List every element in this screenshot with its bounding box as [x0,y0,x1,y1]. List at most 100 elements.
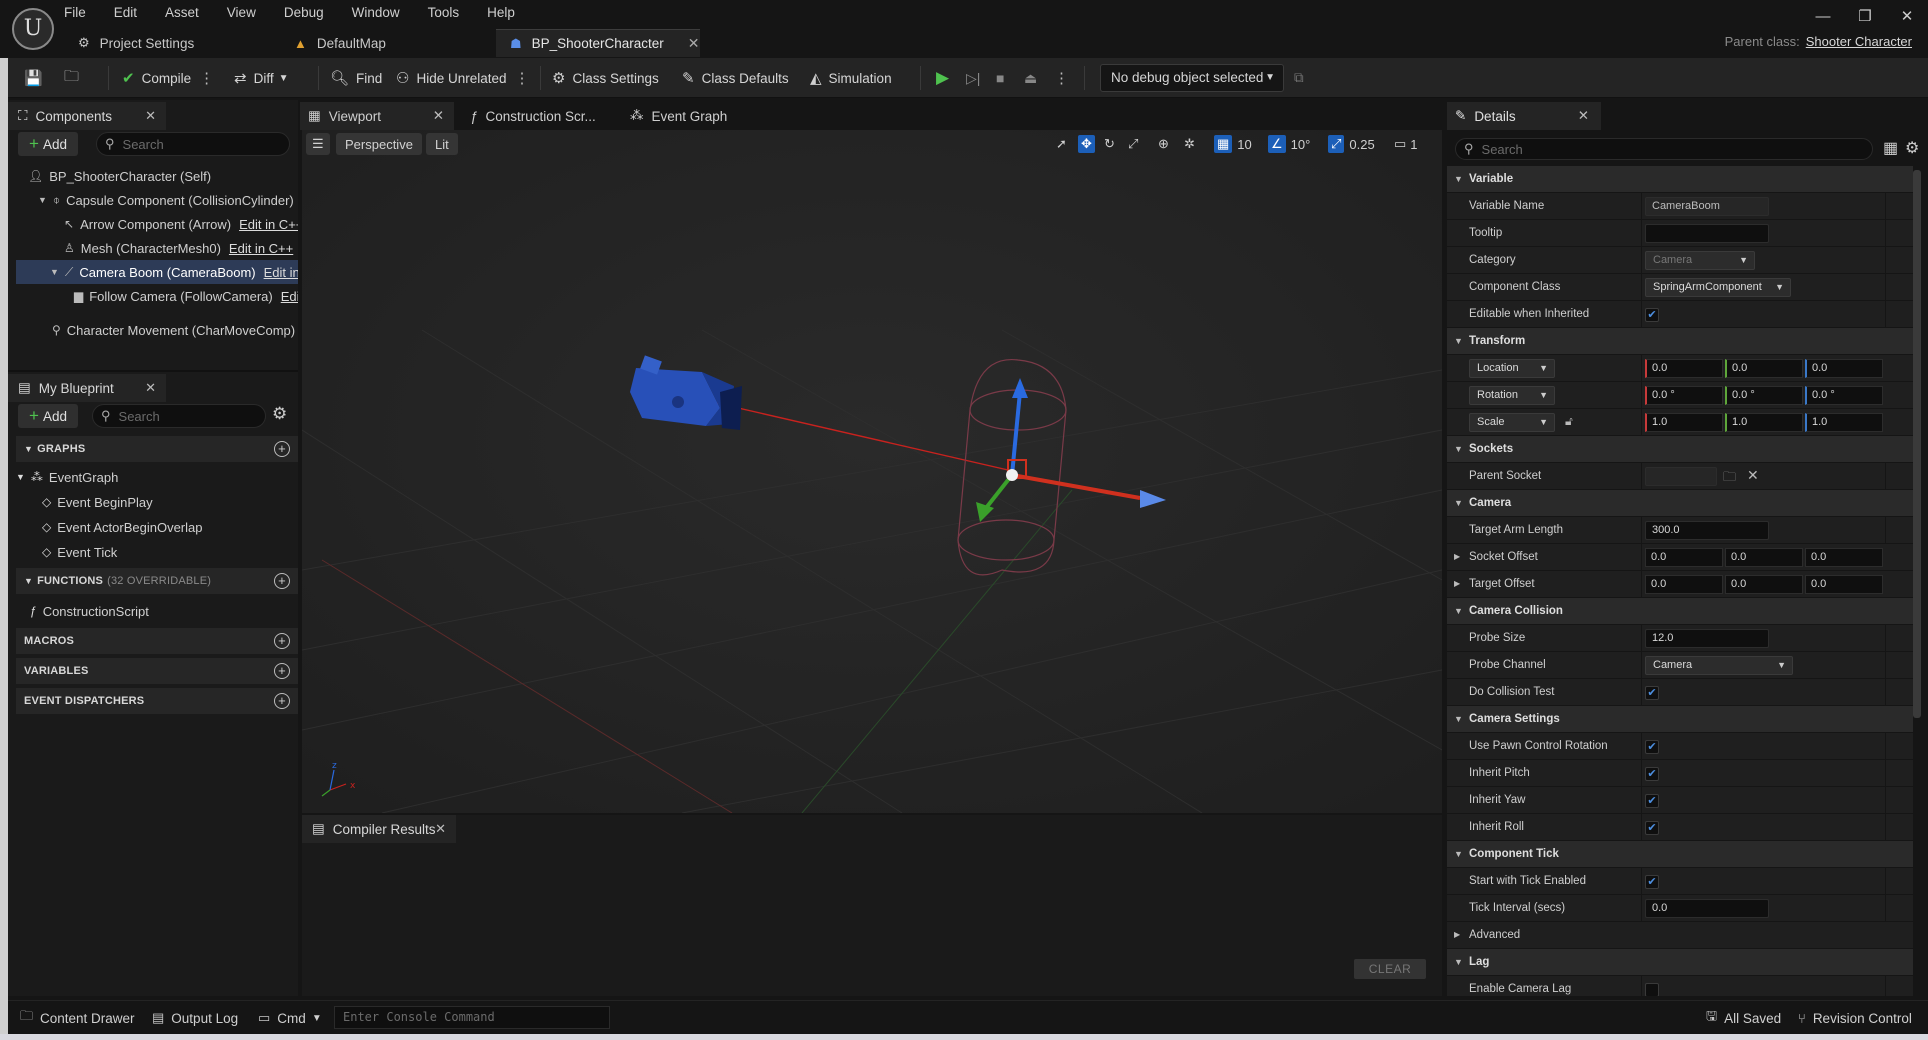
console-command-input[interactable]: Enter Console Command [334,1006,610,1029]
inherit-pitch-checkbox[interactable]: ✔ [1645,767,1659,781]
tree-item-camera-boom[interactable]: ▼ ⟋ Camera Boom (CameraBoom) Edit in [16,260,298,284]
gear-icon[interactable]: ⚙ [1905,138,1919,158]
menu-window[interactable]: Window [352,5,400,20]
add-member-button[interactable]: + Add [18,404,78,428]
section-variables[interactable]: VARIABLES + [16,658,298,684]
enable-camera-lag-checkbox[interactable] [1645,983,1659,996]
class-defaults-button[interactable]: ✎ Class Defaults [682,58,789,98]
close-icon[interactable]: ✕ [688,35,700,52]
use-pawn-control-rotation-checkbox[interactable]: ✔ [1645,740,1659,754]
socket-offset-z-field[interactable]: 0.0 [1805,548,1883,567]
rotation-x-field[interactable]: 0.0 ° [1645,386,1723,405]
tree-item-self[interactable]: 👤︎ BP_ShooterCharacter (Self) [16,164,298,188]
class-settings-button[interactable]: ⚙ Class Settings [552,58,659,98]
tree-item-mesh[interactable]: ♙ Mesh (CharacterMesh0) Edit in C++ [16,236,298,260]
location-x-field[interactable]: 0.0 [1645,359,1723,378]
add-variable-icon[interactable]: + [274,663,290,679]
expand-arrow-right-icon[interactable]: ▶ [1454,571,1460,597]
browse-socket-icon[interactable]: 🗀 [1723,468,1736,490]
menu-tools[interactable]: Tools [428,5,460,20]
close-window-icon[interactable]: ✕ [1886,7,1928,25]
edit-in-cpp-link[interactable]: Edit in C++ [229,241,293,256]
table-view-icon[interactable]: ▦ [1883,138,1898,158]
my-blueprint-search-input[interactable]: ⚲ Search [92,404,266,428]
probe-channel-select[interactable]: Camera ▼ [1645,656,1793,675]
select-mode-button[interactable]: ➚ [1056,133,1067,155]
socket-offset-y-field[interactable]: 0.0 [1725,548,1803,567]
component-class-select[interactable]: SpringArmComponent ▼ [1645,278,1791,297]
viewport[interactable]: x z ☰ Perspective Lit ➚ ✥ ↻ ⤢ ⊕ ✲ ▦ 10 ∠ 1… [302,130,1442,813]
scale-z-field[interactable]: 1.0 [1805,413,1883,432]
stop-button[interactable]: ■ [996,58,1004,98]
location-y-field[interactable]: 0.0 [1725,359,1803,378]
compile-button[interactable]: ✔ Compile ⋮ [122,58,214,98]
add-component-button[interactable]: + Add [18,132,78,156]
edit-in-cpp-link[interactable]: Edit in [264,265,298,280]
debug-filter-button[interactable]: ⧉ [1294,58,1304,98]
rotation-mode-select[interactable]: Rotation ▼ [1469,386,1555,405]
details-search-input[interactable]: ⚲ Search [1455,138,1873,160]
menu-asset[interactable]: Asset [165,5,199,20]
target-arm-length-field[interactable]: 300.0 [1645,521,1769,540]
add-macro-icon[interactable]: + [274,633,290,649]
tab-details[interactable]: ✎ Details ✕ [1447,102,1601,130]
target-offset-z-field[interactable]: 0.0 [1805,575,1883,594]
tab-default-map[interactable]: ▲ DefaultMap [280,29,496,57]
menu-debug[interactable]: Debug [284,5,324,20]
eject-button[interactable]: ⏏ [1024,58,1037,98]
more-options-icon[interactable]: ⋮ [515,69,530,87]
tab-my-blueprint[interactable]: ▤ My Blueprint ✕ [8,374,166,402]
edit-in-cpp-link[interactable]: Edit [281,289,298,304]
close-icon[interactable]: ✕ [1578,108,1589,124]
category-camera[interactable]: ▼ Camera [1447,490,1913,517]
category-sockets[interactable]: ▼ Sockets [1447,436,1913,463]
section-event-dispatchers[interactable]: EVENT DISPATCHERS + [16,688,298,714]
menu-help[interactable]: Help [487,5,515,20]
tab-project-settings[interactable]: ⚙ Project Settings [64,29,280,57]
parent-socket-field[interactable] [1645,467,1717,486]
add-graph-icon[interactable]: + [274,441,290,457]
add-function-icon[interactable]: + [274,573,290,589]
play-button[interactable]: ▶ [936,58,949,98]
tooltip-field[interactable] [1645,224,1769,243]
inherit-yaw-checkbox[interactable]: ✔ [1645,794,1659,808]
minimize-icon[interactable]: — [1802,8,1844,25]
grid-snap-button[interactable]: ▦ 10 [1214,133,1252,155]
editable-inherited-checkbox[interactable]: ✔ [1645,308,1659,322]
clear-icon[interactable]: ✕ [1747,467,1759,484]
target-offset-y-field[interactable]: 0.0 [1725,575,1803,594]
diff-button[interactable]: ⇄ Diff ▼ [234,58,289,98]
hide-unrelated-button[interactable]: ⚇ Hide Unrelated ⋮ [396,58,530,98]
camera-speed-button[interactable]: ▭ 1 [1394,133,1418,155]
tree-item-arrow[interactable]: ↖ Arrow Component (Arrow) Edit in C++ [16,212,298,236]
cmd-select[interactable]: ▭ Cmd ▼ [258,1001,322,1035]
rotation-z-field[interactable]: 0.0 ° [1805,386,1883,405]
socket-offset-x-field[interactable]: 0.0 [1645,548,1723,567]
tab-components[interactable]: ⛶ Components ✕ [8,102,166,130]
close-icon[interactable]: ✕ [145,380,156,396]
inherit-roll-checkbox[interactable]: ✔ [1645,821,1659,835]
expand-arrow-icon[interactable]: ▼ [38,195,47,205]
tab-bp-shooter-character[interactable]: ☗ BP_ShooterCharacter ✕ [496,29,700,57]
scale-y-field[interactable]: 1.0 [1725,413,1803,432]
more-options-icon[interactable]: ⋮ [199,69,214,87]
step-button[interactable]: ▷| [966,58,980,98]
expand-arrow-icon[interactable]: ▼ [50,267,59,277]
components-search-input[interactable]: ⚲ Search [96,132,290,156]
debug-object-select[interactable]: No debug object selected ▼ [1100,64,1284,92]
probe-size-field[interactable]: 12.0 [1645,629,1769,648]
event-begin-play[interactable]: ◇ Event BeginPlay [42,490,153,514]
target-offset-x-field[interactable]: 0.0 [1645,575,1723,594]
start-with-tick-checkbox[interactable]: ✔ [1645,875,1659,889]
scale-mode-select[interactable]: Scale ▼ [1469,413,1555,432]
category-variable[interactable]: ▼ Variable [1447,166,1913,193]
section-macros[interactable]: MACROS + [16,628,298,654]
location-mode-select[interactable]: Location ▼ [1469,359,1555,378]
event-tick[interactable]: ◇ Event Tick [42,540,117,564]
category-select[interactable]: Camera ▼ [1645,251,1755,270]
prop-advanced[interactable]: ▶ Advanced [1447,922,1913,949]
rotation-y-field[interactable]: 0.0 ° [1725,386,1803,405]
category-camera-collision[interactable]: ▼ Camera Collision [1447,598,1913,625]
save-button[interactable]: 💾 [24,58,50,98]
lock-icon[interactable]: 🔓︎ [1565,414,1573,429]
